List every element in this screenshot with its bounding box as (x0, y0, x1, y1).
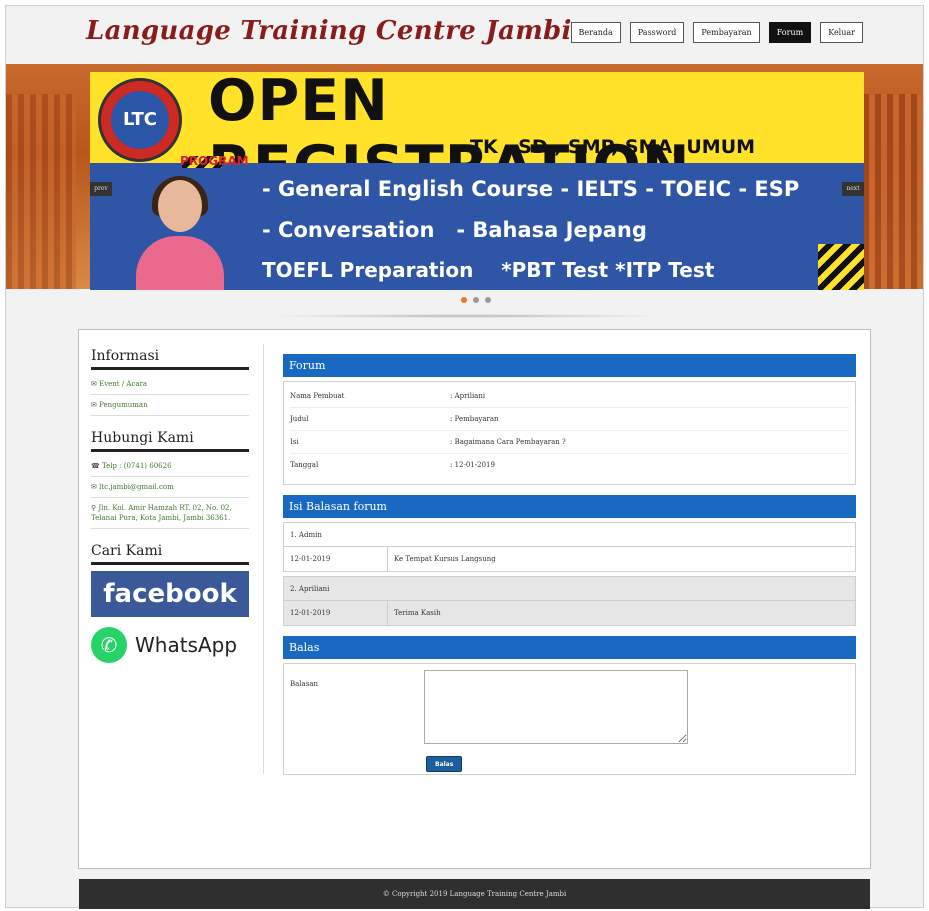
sidebar-phone: Telp : (0741) 60626 (91, 456, 249, 477)
whatsapp-label: WhatsApp (135, 633, 238, 657)
forum-field-label: Isi (290, 438, 299, 446)
sidebar-heading-informasi: Informasi (91, 348, 249, 370)
reply-textarea[interactable] (424, 670, 688, 744)
reply-body: 12-01-2019 Ke Tempat Kursus Langsung (284, 547, 855, 571)
slider-dot-2[interactable] (473, 297, 479, 303)
sidebar-address: Jln. Kol. Amir Hamzah RT. 02, No. 02, Te… (91, 498, 249, 529)
forum-field-row: Judul : Pembayaran (290, 408, 849, 431)
whatsapp-icon: ✆ (91, 627, 127, 663)
banner-line-2b: - Bahasa Jepang (456, 218, 647, 242)
sidebar: Informasi Event / Acara Pengumuman Hubun… (91, 348, 249, 665)
site-footer: © Copyright 2019 Language Training Centr… (79, 879, 870, 909)
replies-section: Isi Balasan forum 1. Admin 12-01-2019 Ke… (283, 495, 856, 626)
forum-field-value: : Bagaimana Cara Pembayaran ? (450, 438, 566, 446)
site-header: Language Training Centre Jambi Beranda P… (6, 6, 923, 64)
reply-date: 12-01-2019 (284, 601, 388, 625)
slider-dots (461, 297, 491, 303)
forum-field-value: : 12-01-2019 (450, 461, 495, 469)
slider-dot-3[interactable] (485, 297, 491, 303)
slider-dot-1[interactable] (461, 297, 467, 303)
nav-forum[interactable]: Forum (768, 22, 812, 43)
forum-main: Forum Nama Pembuat : Apriliani Judul : P… (283, 354, 856, 775)
banner-line-2a: - Conversation (262, 218, 435, 242)
banner-line-2: - Conversation - Bahasa Jepang (262, 218, 647, 242)
banner-line-3: TOEFL Preparation *PBT Test *ITP Test (262, 258, 714, 282)
forum-field-row: Tanggal : 12-01-2019 (290, 454, 849, 477)
slider-prev-button[interactable]: prev (90, 182, 112, 196)
sidebar-heading-hubungi: Hubungi Kami (91, 430, 249, 452)
replies-section-title: Isi Balasan forum (283, 495, 856, 518)
whatsapp-button[interactable]: ✆ WhatsApp (91, 625, 249, 665)
banner-line-3b: *PBT Test *ITP Test (501, 258, 715, 282)
sidebar-divider (263, 344, 264, 774)
reply-item: 2. Apriliani 12-01-2019 Terima Kasih (283, 576, 856, 626)
reply-submit-button[interactable]: Balas (426, 756, 463, 772)
ltc-logo-mark: LTC (111, 91, 169, 149)
sidebar-heading-cari: Cari Kami (91, 543, 249, 565)
banner-line-3a: TOEFL Preparation (262, 258, 474, 282)
hazard-stripe-decoration (818, 244, 864, 290)
forum-field-label: Nama Pembuat (290, 392, 345, 400)
forum-field-label: Judul (290, 415, 309, 423)
reply-date: 12-01-2019 (284, 547, 388, 571)
reply-item: 1. Admin 12-01-2019 Ke Tempat Kursus Lan… (283, 522, 856, 572)
slider-next-button[interactable]: next (842, 182, 864, 196)
reply-author: 1. Admin (284, 523, 855, 547)
nav-beranda[interactable]: Beranda (570, 22, 621, 43)
nav-password[interactable]: Password (629, 22, 685, 43)
smiling-student-image (130, 176, 230, 290)
forum-field-row: Nama Pembuat : Apriliani (290, 385, 849, 408)
reply-form-title: Balas (283, 636, 856, 659)
site-title[interactable]: Language Training Centre Jambi (86, 16, 572, 46)
banner-shadow (266, 314, 666, 318)
nav-pembayaran[interactable]: Pembayaran (693, 22, 760, 43)
forum-field-value: : Apriliani (450, 392, 486, 400)
sidebar-link-pengumuman[interactable]: Pengumuman (91, 395, 249, 416)
registration-banner: LTC OPEN REGISTRATION TK , SD , SMP, SMA… (90, 72, 864, 290)
forum-field-label: Tanggal (290, 461, 319, 469)
reply-body: 12-01-2019 Terima Kasih (284, 601, 855, 625)
content-panel: Informasi Event / Acara Pengumuman Hubun… (78, 329, 871, 869)
reply-author: 2. Apriliani (284, 577, 855, 601)
forum-section-title: Forum (283, 354, 856, 377)
sidebar-link-event[interactable]: Event / Acara (91, 374, 249, 395)
forum-detail: Nama Pembuat : Apriliani Judul : Pembaya… (283, 381, 856, 485)
reply-form: Balasan Balas (283, 663, 856, 775)
brick-wall-decoration (6, 94, 76, 289)
page-frame: Language Training Centre Jambi Beranda P… (5, 5, 924, 909)
ltc-logo-icon: LTC (98, 78, 182, 162)
forum-field-value: : Pembayaran (450, 415, 499, 423)
nav-keluar[interactable]: Keluar (820, 22, 863, 43)
reply-message: Ke Tempat Kursus Langsung (394, 555, 496, 563)
sidebar-email[interactable]: ltc.jambi@gmail.com (91, 477, 249, 498)
facebook-button[interactable]: facebook (91, 571, 249, 617)
reply-label: Balasan (290, 680, 319, 688)
main-nav: Beranda Password Pembayaran Forum Keluar (570, 22, 863, 43)
banner-levels: TK , SD , SMP, SMA, UMUM (470, 136, 756, 158)
brick-wall-decoration (863, 94, 923, 289)
banner-line-1: - General English Course - IELTS - TOEIC… (262, 177, 800, 201)
forum-field-row: Isi : Bagaimana Cara Pembayaran ? (290, 431, 849, 454)
reply-message: Terima Kasih (394, 609, 441, 617)
banner-program-label: PROGRAM (180, 154, 249, 168)
